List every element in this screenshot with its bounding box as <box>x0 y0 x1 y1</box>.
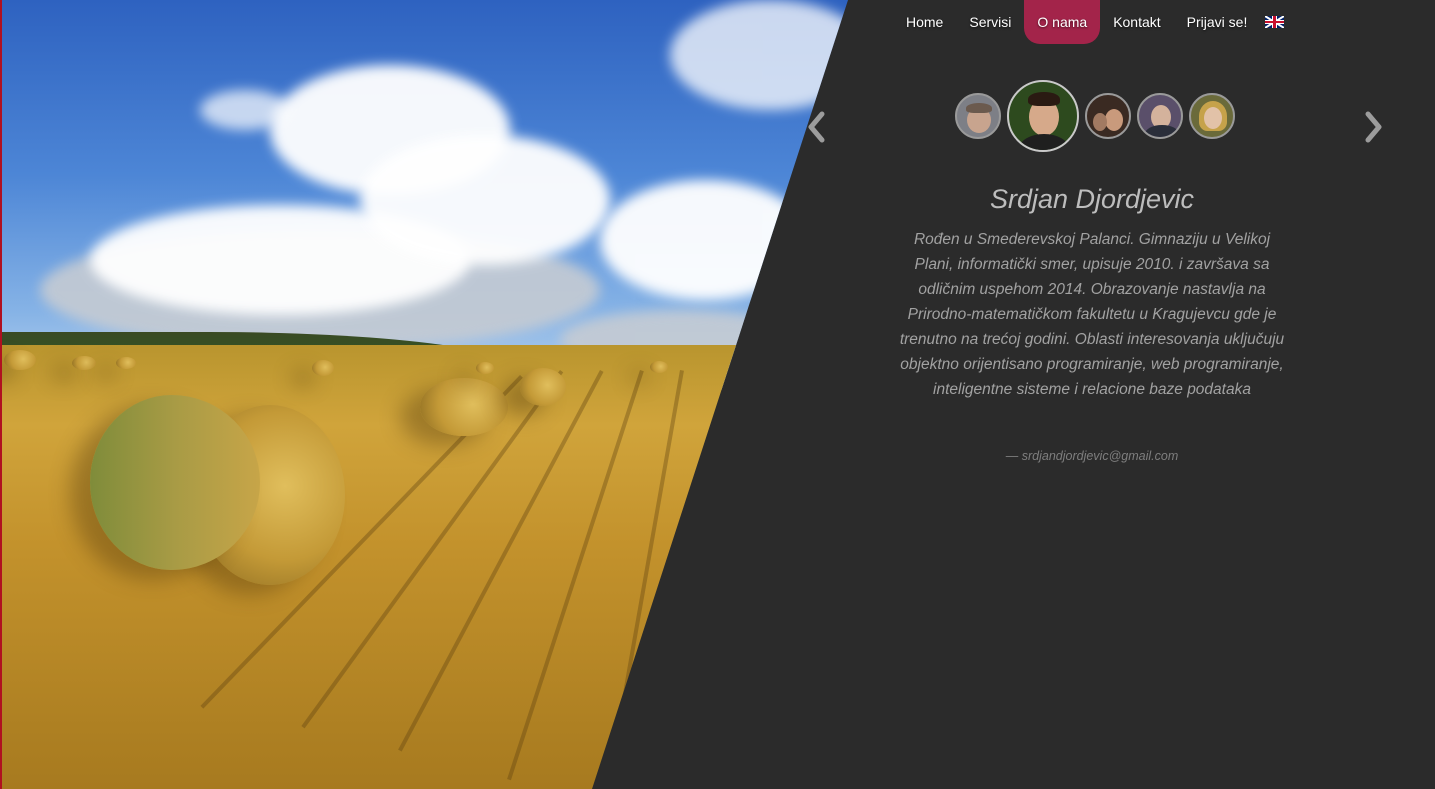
main-nav: Home Servisi O nama Kontakt Prijavi se! <box>893 0 1285 44</box>
profile-name: Srdjan Djordjevic <box>989 184 1195 214</box>
hay-bale <box>116 357 136 369</box>
hay-bale <box>420 378 508 436</box>
hay-bale <box>90 395 260 570</box>
hay-bale <box>520 368 566 406</box>
avatar[interactable] <box>1085 93 1131 139</box>
chevron-left-icon[interactable] <box>806 110 826 144</box>
cloud <box>360 135 610 265</box>
avatar[interactable] <box>1137 93 1183 139</box>
team-avatars <box>955 80 1235 152</box>
cloud <box>200 90 290 130</box>
profile-email[interactable]: — srdjandjordjevic@gmail.com <box>892 449 1292 463</box>
uk-flag-icon[interactable] <box>1265 16 1285 28</box>
cloud <box>670 0 848 110</box>
hay-bale <box>476 362 494 374</box>
nav-item-servisi[interactable]: Servisi <box>956 0 1024 44</box>
nav-item-prijavi-se[interactable]: Prijavi se! <box>1174 0 1264 44</box>
nav-item-home[interactable]: Home <box>893 0 956 44</box>
hay-bale <box>72 356 96 370</box>
page-edge-line <box>0 0 2 789</box>
avatar[interactable] <box>1189 93 1235 139</box>
hay-bale <box>312 360 334 376</box>
profile-bio: Rođen u Smederevskoj Palanci. Gimnaziju … <box>899 231 1285 398</box>
avatar[interactable] <box>955 93 1001 139</box>
hay-bale <box>4 350 36 370</box>
nav-item-kontakt[interactable]: Kontakt <box>1100 0 1173 44</box>
cloud <box>600 180 810 300</box>
avatar-active[interactable] <box>1007 80 1079 152</box>
chevron-right-icon[interactable] <box>1364 110 1384 144</box>
nav-item-o-nama[interactable]: O nama <box>1024 0 1101 44</box>
hay-bale <box>650 361 668 373</box>
